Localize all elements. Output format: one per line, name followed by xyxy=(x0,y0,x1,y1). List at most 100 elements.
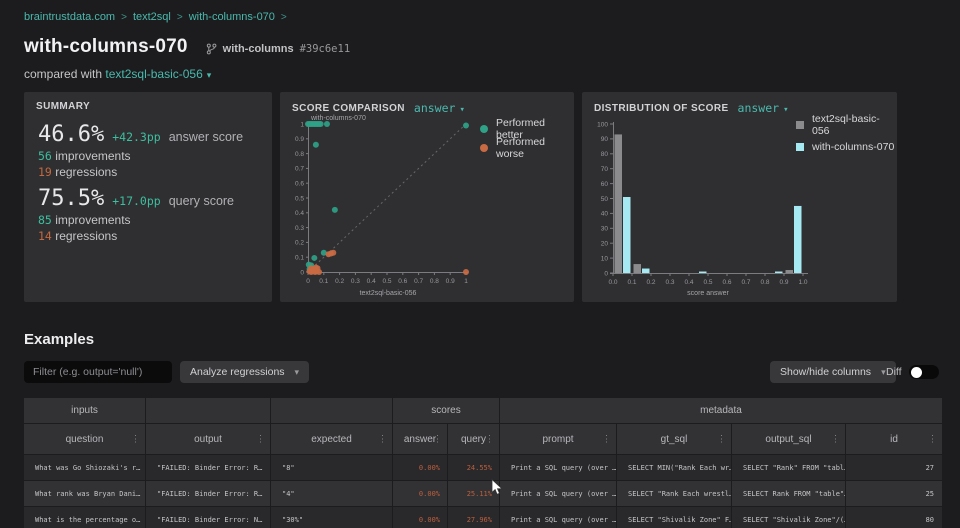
metric-label: answer score xyxy=(169,130,243,144)
table-row[interactable]: What is the percentage o…"FAILED: Binder… xyxy=(24,507,943,528)
table-group-header-row: inputsscoresmetadata xyxy=(24,398,943,424)
cell-output: "FAILED: Binder Error: R… xyxy=(146,481,271,507)
svg-text:0.7: 0.7 xyxy=(741,279,750,286)
svg-text:0: 0 xyxy=(306,278,310,285)
svg-text:0.3: 0.3 xyxy=(295,225,304,232)
column-header-expected[interactable]: expected ⋮ xyxy=(271,424,393,455)
column-header-label: output xyxy=(194,434,222,445)
svg-text:0.9: 0.9 xyxy=(779,279,788,286)
svg-text:0.8: 0.8 xyxy=(760,279,769,286)
column-menu-icon[interactable]: ⋮ xyxy=(131,434,140,445)
column-menu-icon[interactable]: ⋮ xyxy=(602,434,611,445)
cell-output: "FAILED: Binder Error: R… xyxy=(146,455,271,481)
column-menu-icon[interactable]: ⋮ xyxy=(485,434,494,445)
show-hide-columns-button[interactable]: Show/hide columns▾ xyxy=(770,361,896,383)
cell-answer: 0.00% xyxy=(393,455,448,481)
breadcrumb-separator: > xyxy=(121,12,127,23)
svg-text:0.4: 0.4 xyxy=(684,279,693,286)
diff-toggle-label: Diff xyxy=(886,366,902,378)
cell-prompt: Print a SQL query (over … xyxy=(500,455,617,481)
toggle-knob xyxy=(911,367,922,378)
cell-gt_sql: SELECT MIN("Rank Each wr… xyxy=(617,455,732,481)
legend-item: Performed better xyxy=(480,122,574,136)
column-menu-icon[interactable]: ⋮ xyxy=(717,434,726,445)
svg-text:1: 1 xyxy=(464,278,468,285)
legend-square xyxy=(796,121,804,129)
svg-text:40: 40 xyxy=(601,211,609,218)
column-header-label: expected xyxy=(311,434,352,445)
chevron-down-icon[interactable]: ▾ xyxy=(207,70,212,80)
examples-heading: Examples xyxy=(24,331,94,348)
legend-label: Performed worse xyxy=(496,136,574,160)
legend-label: with-columns-070 xyxy=(812,141,894,153)
svg-text:0.8: 0.8 xyxy=(295,151,304,158)
column-header-label: prompt xyxy=(542,434,573,445)
cell-query: 24.55% xyxy=(448,455,500,481)
svg-text:90: 90 xyxy=(601,136,609,143)
cell-prompt: Print a SQL query (over … xyxy=(500,481,617,507)
breadcrumb-link[interactable]: text2sql xyxy=(133,11,171,23)
svg-text:60: 60 xyxy=(601,181,609,188)
cell-question: What is the percentage o… xyxy=(24,507,146,528)
svg-text:0.5: 0.5 xyxy=(382,278,391,285)
analyze-regressions-button[interactable]: Analyze regressions▾ xyxy=(180,361,309,383)
svg-text:0: 0 xyxy=(300,269,304,276)
cell-query: 25.11% xyxy=(448,481,500,507)
column-header-query[interactable]: query⋮ xyxy=(448,424,500,455)
distribution-metric-dropdown[interactable]: answer▾ xyxy=(738,101,789,115)
column-menu-icon[interactable]: ⋮ xyxy=(378,434,387,445)
cell-output: "FAILED: Binder Error: N… xyxy=(146,507,271,528)
compared-with-dropdown[interactable]: text2sql-basic-056 xyxy=(105,67,202,81)
metric-delta: +17.0pp xyxy=(112,194,160,208)
column-header-output[interactable]: output ⋮ xyxy=(146,424,271,455)
score-comparison-panel: SCORE COMPARISON answer▾ 00.10.20.30.40.… xyxy=(280,92,574,302)
breadcrumb-link[interactable]: braintrustdata.com xyxy=(24,11,115,23)
svg-text:0: 0 xyxy=(604,270,608,277)
column-header-id[interactable]: id⋮ xyxy=(846,424,943,455)
table-column-header-row: question⋮output⋮expected⋮answer⋮query⋮pr… xyxy=(24,424,943,455)
table-group-header: metadata xyxy=(500,398,943,424)
svg-text:70: 70 xyxy=(601,166,609,173)
column-header-output_sql[interactable]: output_sql ⋮ xyxy=(732,424,846,455)
cell-question: What was Go Shiozaki's r… xyxy=(24,455,146,481)
breadcrumb-link[interactable]: with-columns-070 xyxy=(189,11,275,23)
table-row[interactable]: What was Go Shiozaki's r…"FAILED: Binder… xyxy=(24,455,943,481)
svg-text:0.4: 0.4 xyxy=(367,278,376,285)
distribution-panel: DISTRIBUTION OF SCORE answer▾ 0102030405… xyxy=(582,92,897,302)
git-branch-icon xyxy=(206,43,217,55)
cell-answer: 0.00% xyxy=(393,481,448,507)
svg-text:score answer: score answer xyxy=(687,290,729,297)
column-header-label: output_sql xyxy=(765,434,811,445)
branch-meta: with-columns #39c6e11 xyxy=(206,39,350,55)
column-header-label: question xyxy=(66,434,104,445)
diff-toggle[interactable] xyxy=(909,365,939,379)
svg-text:80: 80 xyxy=(601,151,609,158)
compared-with-row: compared with text2sql-basic-056▾ xyxy=(24,67,211,81)
column-menu-icon[interactable]: ⋮ xyxy=(433,434,442,445)
cell-gt_sql: SELECT "Rank Each wrestl… xyxy=(617,481,732,507)
regressions-line: 14 regressions xyxy=(38,229,234,243)
legend-dot xyxy=(480,144,488,152)
svg-text:text2sql-basic-056: text2sql-basic-056 xyxy=(360,290,417,297)
svg-text:0.3: 0.3 xyxy=(351,278,360,285)
svg-text:50: 50 xyxy=(601,196,609,203)
filter-input[interactable] xyxy=(24,361,172,383)
commit-hash: #39c6e11 xyxy=(300,43,351,55)
column-menu-icon[interactable]: ⋮ xyxy=(928,434,937,445)
column-menu-icon[interactable]: ⋮ xyxy=(831,434,840,445)
cell-gt_sql: SELECT "Shivalik Zone" F… xyxy=(617,507,732,528)
branch-name: with-columns xyxy=(223,43,294,55)
svg-text:0.1: 0.1 xyxy=(295,255,304,262)
column-header-gt_sql[interactable]: gt_sql⋮ xyxy=(617,424,732,455)
svg-text:0.1: 0.1 xyxy=(627,279,636,286)
score-metric-dropdown[interactable]: answer▾ xyxy=(414,101,465,115)
svg-text:0.6: 0.6 xyxy=(398,278,407,285)
svg-text:0.2: 0.2 xyxy=(295,240,304,247)
summary-metric: 75.5%+17.0ppquery score85 improvements14… xyxy=(38,186,234,243)
column-header-answer[interactable]: answer⋮ xyxy=(393,424,448,455)
column-header-question[interactable]: question ⋮ xyxy=(24,424,146,455)
column-menu-icon[interactable]: ⋮ xyxy=(256,434,265,445)
cell-id: 80 xyxy=(846,507,943,528)
table-row[interactable]: What rank was Bryan Dani…"FAILED: Binder… xyxy=(24,481,943,507)
column-header-prompt[interactable]: prompt ⋮ xyxy=(500,424,617,455)
